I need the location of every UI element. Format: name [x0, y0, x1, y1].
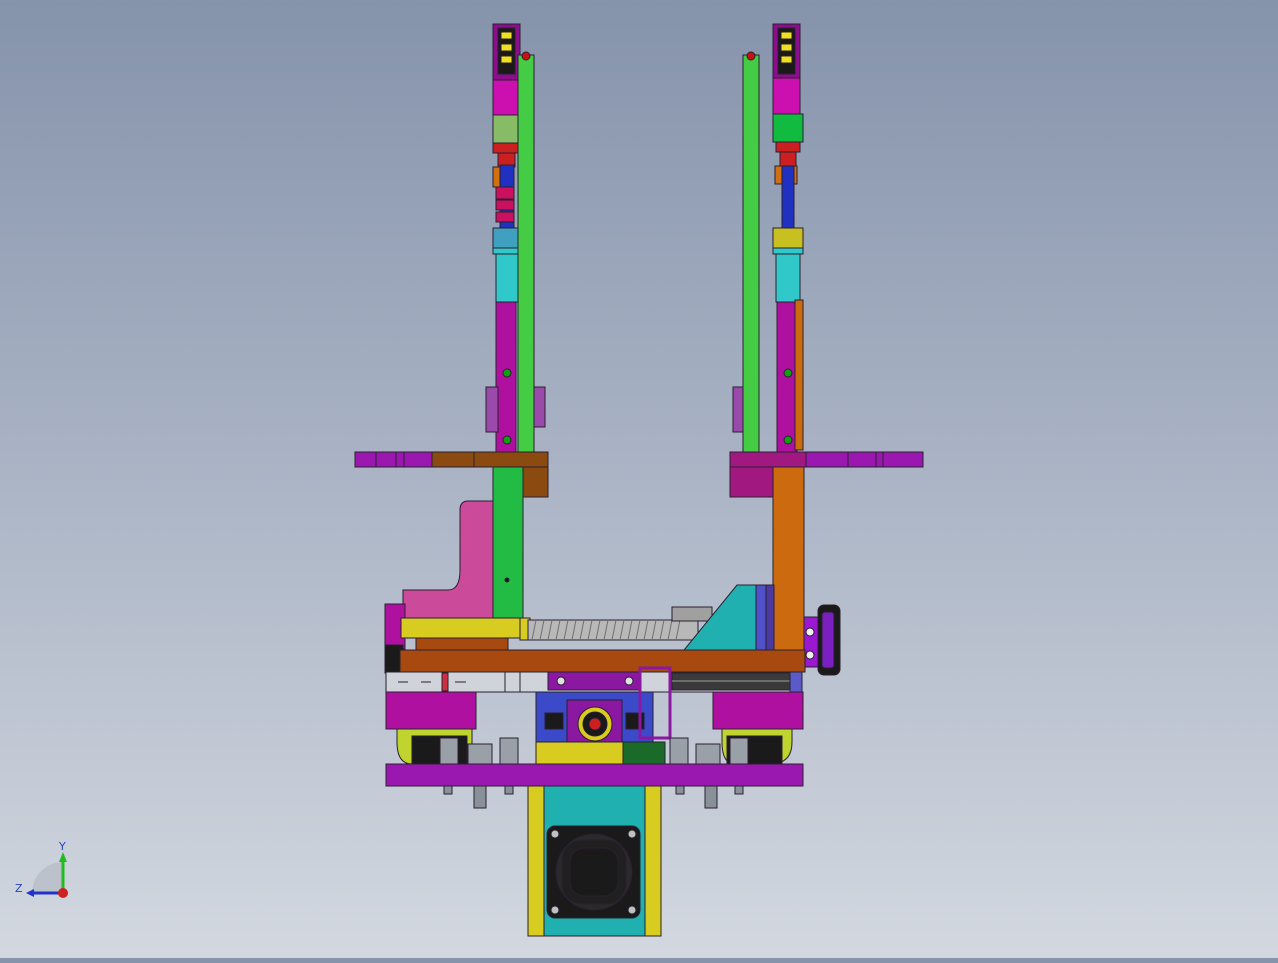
orientation-triad: Y Z	[15, 840, 68, 898]
cad-viewport[interactable]: Y Z	[0, 0, 1278, 958]
gripper-assembly-model: Y Z	[15, 23, 924, 937]
right-foot-block	[712, 691, 804, 765]
right-wedge-slider	[678, 466, 805, 674]
right-gripper-finger	[772, 23, 804, 323]
base-slide-plate	[385, 649, 806, 693]
left-green-rod	[517, 51, 535, 456]
stepper-motor	[527, 785, 662, 937]
y-axis-label: Y	[58, 840, 66, 853]
left-linear-guide-rail	[485, 301, 546, 455]
z-axis-label: Z	[15, 882, 23, 895]
left-gripper-finger	[492, 23, 521, 323]
lead-screw	[527, 606, 713, 641]
right-green-rod	[742, 51, 760, 456]
x-axis-dot	[58, 888, 68, 898]
left-foot-block	[385, 691, 477, 765]
right-arm-bar	[729, 451, 924, 498]
handwheel	[803, 604, 841, 676]
